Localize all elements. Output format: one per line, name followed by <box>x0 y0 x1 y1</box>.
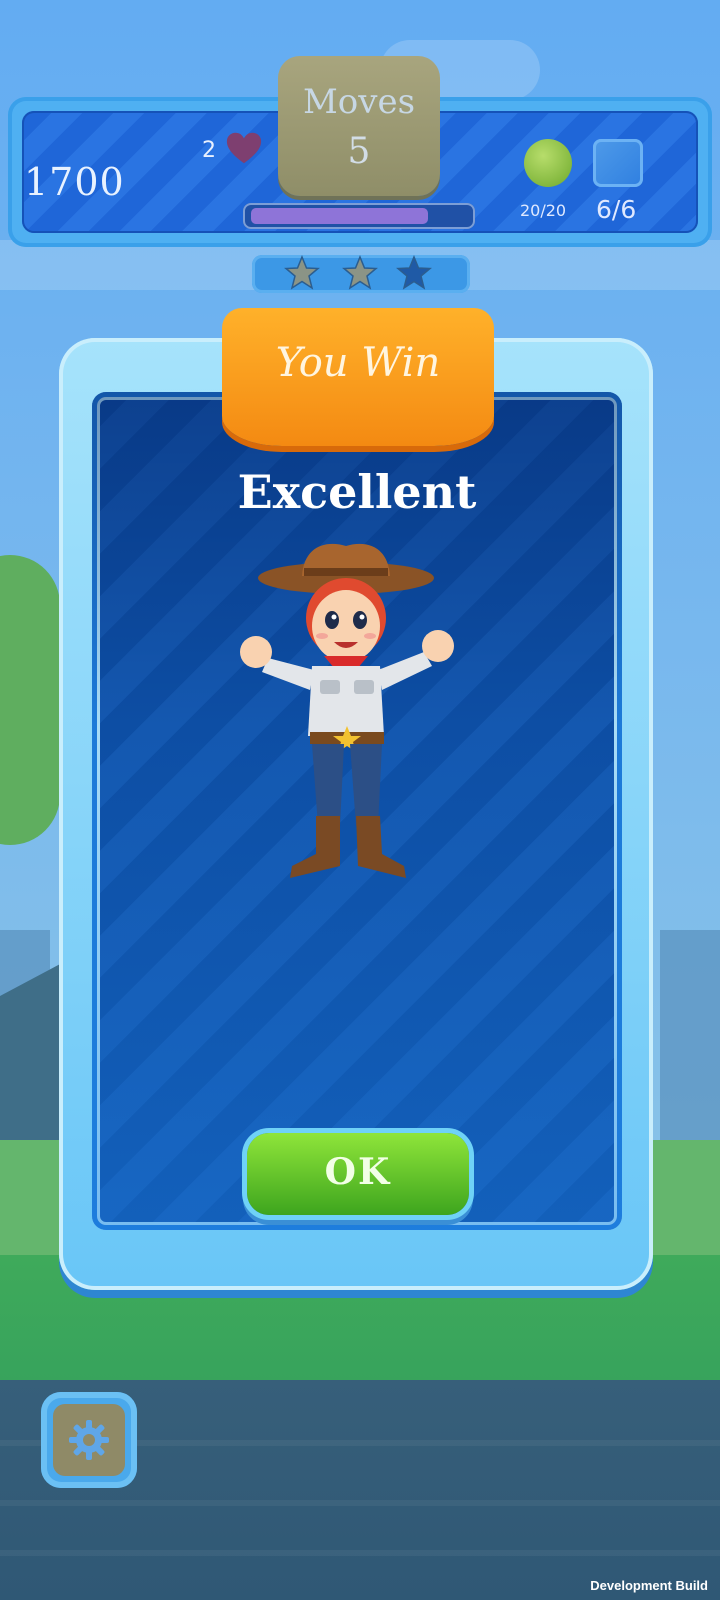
background-tree <box>0 555 60 845</box>
gear-icon <box>69 1420 109 1460</box>
ice-tile-goal-icon <box>593 139 643 187</box>
cowboy-mascot <box>240 543 454 878</box>
level-progress-fill <box>251 208 428 224</box>
development-build-label: Development Build <box>590 1578 708 1593</box>
moves-plate <box>278 56 440 196</box>
star-icon <box>396 255 432 290</box>
lime-goal-count: 20/20 <box>520 201 567 220</box>
ground-stripe <box>0 1500 720 1506</box>
ground-stripe <box>0 1550 720 1556</box>
star-icon <box>342 255 378 290</box>
ice-goal-count: 6/6 <box>596 195 637 224</box>
lives-count: 2 <box>202 138 216 163</box>
star-icon <box>284 255 320 290</box>
ok-button[interactable] <box>247 1133 469 1215</box>
lime-goal-icon <box>524 139 572 187</box>
score-value: 1700 <box>24 160 125 204</box>
rating-text: Excellent <box>237 465 477 519</box>
moves-value: 5 <box>347 131 371 172</box>
moves-label: Moves <box>302 82 416 122</box>
background-building <box>660 930 720 1150</box>
heart-icon <box>226 132 262 164</box>
win-title: You Win <box>275 340 441 386</box>
